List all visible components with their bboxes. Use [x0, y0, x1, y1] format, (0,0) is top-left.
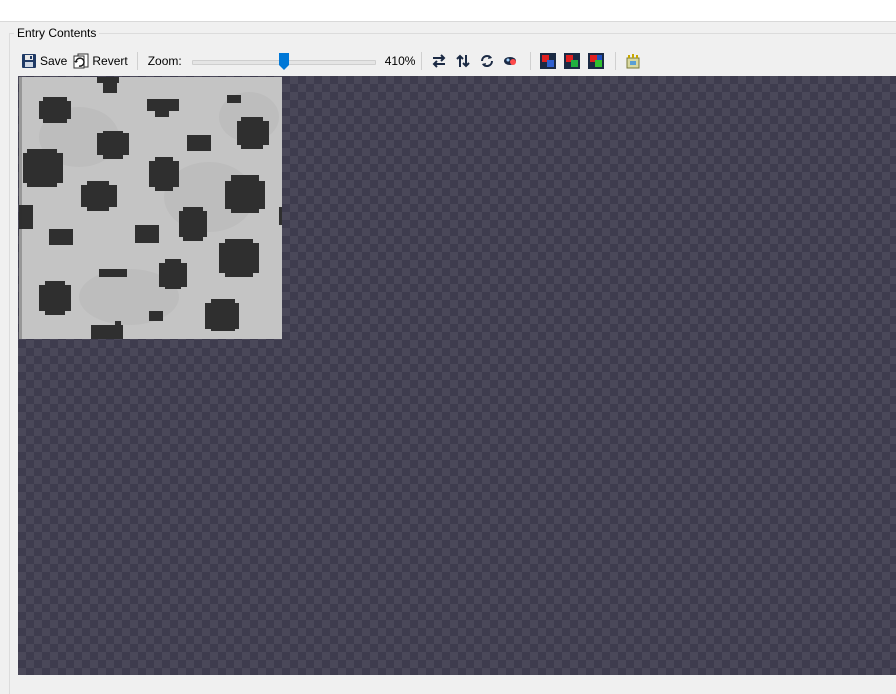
revert-icon	[73, 53, 89, 69]
green-channel-icon	[563, 52, 580, 69]
save-button[interactable]: Save	[18, 50, 70, 72]
blue-channel-icon	[587, 52, 604, 69]
save-icon	[21, 53, 37, 69]
zoom-slider-thumb[interactable]	[278, 52, 290, 71]
toolbar-separator	[529, 51, 531, 70]
rotate-button[interactable]	[476, 50, 498, 72]
group-title: Entry Contents	[14, 26, 100, 40]
rotate-icon	[479, 53, 495, 69]
revert-button[interactable]: Revert	[70, 50, 130, 72]
palette-icon	[625, 53, 641, 69]
zoom-slider[interactable]	[191, 51, 376, 71]
flip-horizontal-icon	[431, 53, 447, 69]
toolbar-separator	[614, 51, 616, 70]
palette-button[interactable]	[622, 50, 644, 72]
red-channel-button[interactable]	[537, 50, 559, 72]
zoom-value: 410%	[384, 53, 416, 68]
toolbar-separator	[420, 51, 422, 70]
title-strip	[0, 0, 896, 22]
flip-horizontal-button[interactable]	[428, 50, 450, 72]
texture-image	[19, 77, 282, 339]
zoom-label: Zoom:	[147, 53, 182, 68]
color-remap-button[interactable]	[500, 50, 522, 72]
flip-vertical-icon	[455, 53, 471, 69]
flip-vertical-button[interactable]	[452, 50, 474, 72]
red-channel-icon	[539, 52, 556, 69]
blue-channel-button[interactable]	[585, 50, 607, 72]
toolbar: Save Revert Zoom: 410%	[18, 47, 896, 74]
green-channel-button[interactable]	[561, 50, 583, 72]
color-remap-icon	[503, 53, 519, 69]
save-label: Save	[40, 53, 68, 68]
toolbar-separator	[136, 51, 138, 70]
texture-preview	[19, 77, 282, 339]
revert-label: Revert	[92, 53, 128, 68]
